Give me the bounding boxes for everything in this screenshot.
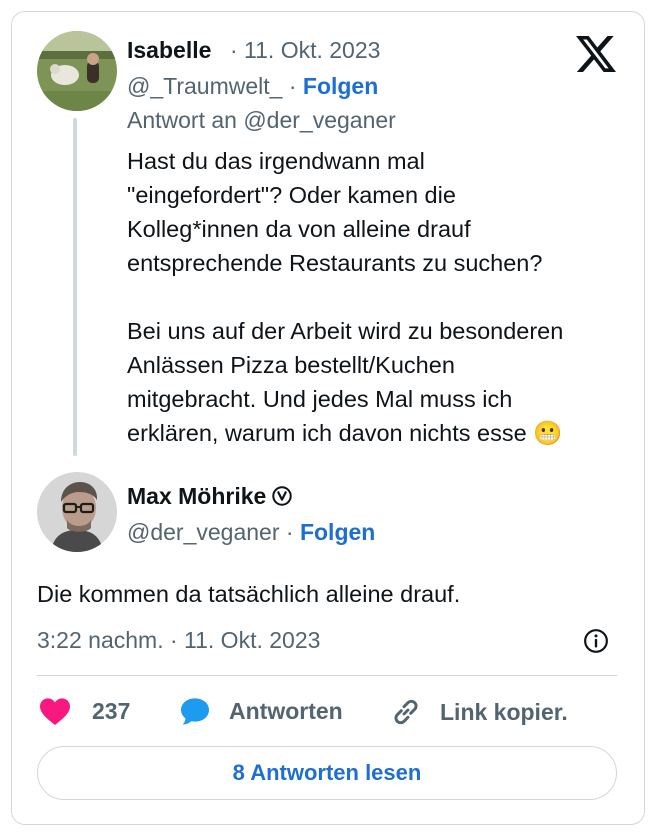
copy-link-button[interactable]: Link kopier. [390,696,568,728]
reply-text-line: entsprechende Restaurants zu suchen? [127,250,543,276]
reply-tweet-text: Hast du das irgendwann mal "eingefordert… [127,144,563,450]
thread-connector-line [73,118,77,456]
reply-follow-separator: · [282,73,303,99]
main-handle[interactable]: @der_veganer [127,519,280,545]
link-icon [394,699,418,725]
reply-follow-button[interactable]: Folgen [303,73,378,99]
reply-text-line: Kolleg*innen da von alleine drauf [127,216,471,242]
copy-link-label: Link kopier. [440,698,568,725]
like-button[interactable]: 237 [38,696,130,726]
reply-text-line: "eingefordert"? Oder kamen die [127,182,456,208]
reply-handle[interactable]: @_Traumwelt_ [127,73,282,99]
reply-text-line [127,280,563,314]
reply-label: Antworten [229,697,343,724]
reply-text-line: mitgebracht. Und jedes Mal muss ich [127,386,513,412]
info-icon[interactable] [583,628,609,654]
main-follow-button[interactable]: Folgen [300,519,375,545]
heart-icon [40,698,70,726]
main-author-row: Max Möhrike [127,483,293,510]
reply-to-label[interactable]: Antwort an @der_veganer [127,107,396,134]
avatar-photo-icon [37,472,117,552]
main-tweet-text: Die kommen da tatsächlich alleine drauf. [37,581,461,607]
avatar-max-moehrike[interactable] [37,472,117,552]
main-author-name[interactable]: Max Möhrike [127,483,266,509]
actions-divider [37,675,617,676]
reply-text-line: Anlässen Pizza bestellt/Kuchen [127,352,455,378]
x-logo-icon[interactable] [576,34,616,74]
reply-handle-row: @_Traumwelt_ · Folgen [127,73,378,100]
reply-text-line: Bei uns auf der Arbeit wird zu besondere… [127,318,564,344]
main-follow-separator: · [279,519,300,545]
reply-text-line: erklären, warum ich davon nichts esse 😬 [127,420,563,446]
reply-date[interactable]: · 11. Okt. 2023 [230,37,380,64]
avatar-isabelle[interactable] [37,31,117,111]
read-replies-label: 8 Antworten lesen [232,760,422,785]
avatar-photo-icon [37,31,117,111]
speech-bubble-icon [181,698,209,725]
reply-author-name[interactable]: Isabelle [127,37,211,64]
like-count: 237 [92,697,131,724]
verified-icon [272,486,293,506]
reply-button[interactable]: Antworten [179,696,343,726]
read-replies-button[interactable]: 8 Antworten lesen [37,746,617,800]
reply-text-line: Hast du das irgendwann mal [127,148,425,174]
main-handle-row: @der_veganer · Folgen [127,519,375,546]
main-timestamp[interactable]: 3:22 nachm. · 11. Okt. 2023 [37,627,320,654]
